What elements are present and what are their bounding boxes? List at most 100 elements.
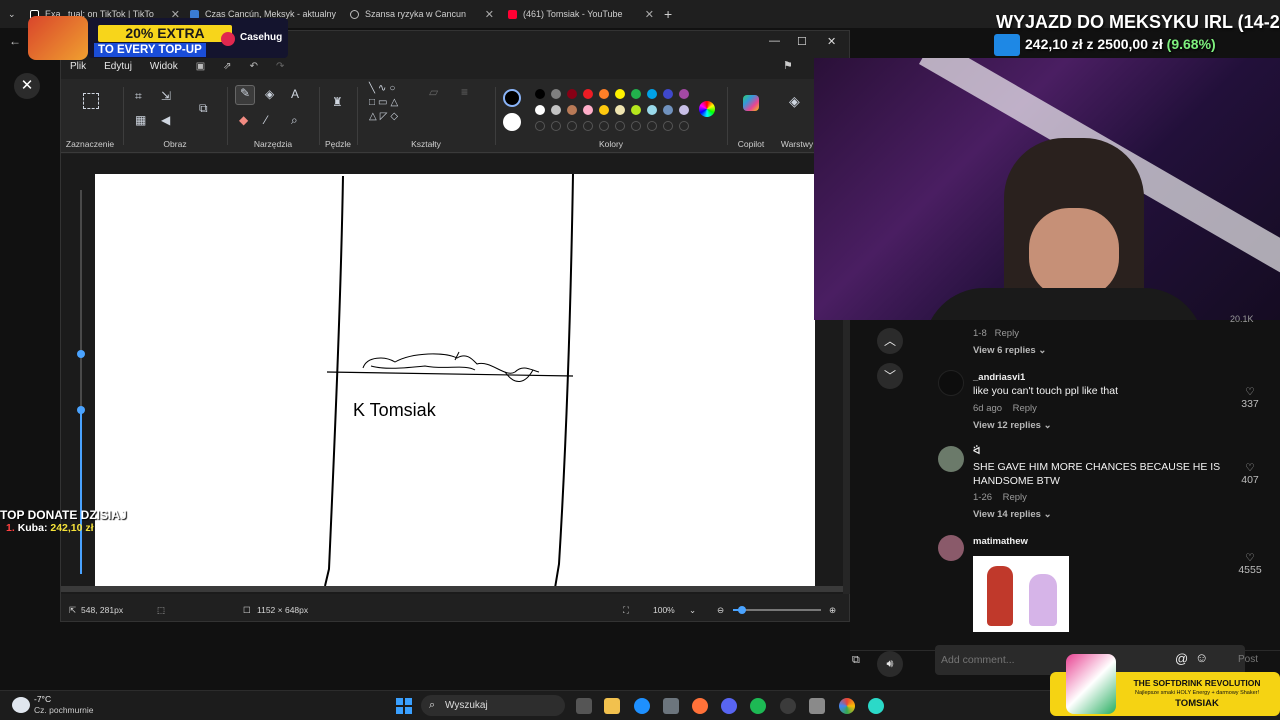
zoom-out-icon[interactable]: ⊖ [717,605,724,616]
zoom-in-icon[interactable]: ⊕ [829,605,836,616]
shapes-row-2-icon[interactable]: □▭△ [369,97,401,108]
color-swatch[interactable] [663,105,673,115]
tab-list-button[interactable]: ⌄ [8,4,24,24]
tab-youtube[interactable]: (461) Tomsiak - YouTube ✕ [508,4,654,24]
file-explorer-icon[interactable] [604,698,620,714]
close-icon[interactable]: ✕ [485,8,494,21]
shapes-row-3-icon[interactable]: △◸◇ [369,111,401,122]
reply-link[interactable]: Reply [1003,492,1027,503]
undo-icon[interactable]: ↶ [250,61,258,72]
zoom-level[interactable]: 100% [653,605,675,615]
custom-color-slot[interactable] [679,121,689,131]
comment-like[interactable]: ♡ 4555 [1232,552,1268,576]
color-picker-icon[interactable]: ⁄ [265,113,267,127]
obs-icon[interactable] [780,698,796,714]
drawing-canvas[interactable]: K Tomsiak [95,173,815,589]
color-swatch[interactable] [599,105,609,115]
background-remove-icon[interactable]: ▦ [135,113,146,127]
outline-icon[interactable]: ▱ [429,85,438,99]
view-replies-link[interactable]: View 14 replies ⌄ [973,509,1052,520]
layers-icon[interactable]: ◈ [789,93,800,110]
custom-color-slot[interactable] [599,121,609,131]
reply-link[interactable]: Reply [995,328,1019,339]
resize-icon[interactable]: ⇲ [161,89,171,103]
custom-color-slot[interactable] [663,121,673,131]
selection-icon[interactable] [83,93,99,109]
maximize-icon[interactable]: ☐ [797,35,807,48]
avatar[interactable] [938,370,964,396]
color-swatch[interactable] [583,105,593,115]
add-comment-input[interactable] [941,651,1161,669]
custom-color-slot[interactable] [583,121,593,131]
fit-to-window-icon[interactable]: ⛶ [623,605,629,616]
emoji-icon[interactable]: ☺ [1195,650,1208,665]
close-icon[interactable]: ✕ [645,8,654,21]
comment-author[interactable]: ᐛ [973,446,980,457]
text-tool-icon[interactable]: A [291,87,299,101]
color-swatch[interactable] [647,105,657,115]
task-view-icon[interactable] [576,698,592,714]
comment-like[interactable]: ♡ 407 [1232,462,1268,486]
pencil-icon[interactable]: ✎ [235,85,255,105]
close-window-icon[interactable]: ✕ [827,35,836,48]
rotate-icon[interactable]: ◀ [161,113,170,127]
brush-icon[interactable]: ♜ [332,95,343,109]
color-swatch[interactable] [535,89,545,99]
custom-color-slot[interactable] [567,121,577,131]
redo-icon[interactable]: ↷ [276,61,284,72]
edge-icon[interactable] [634,698,650,714]
taskbar-search[interactable]: ⌕ Wyszukaj [421,695,565,716]
settings-gear-icon[interactable] [809,698,825,714]
custom-color-slot[interactable] [615,121,625,131]
zoom-slider[interactable] [733,606,821,614]
color-swatch[interactable] [631,105,641,115]
color-swatch[interactable] [551,105,561,115]
color-swatch[interactable] [583,89,593,99]
start-windows-icon[interactable] [396,698,412,714]
secondary-color-swatch[interactable] [503,113,521,131]
weather-temperature[interactable]: -7°C [34,694,51,704]
image-creator-icon[interactable]: ⧉ [199,101,208,116]
chrome-icon[interactable] [839,698,855,714]
comment-author[interactable]: matimathew [973,536,1028,547]
magnifier-icon[interactable]: ⌕ [291,113,298,128]
color-swatch[interactable] [535,105,545,115]
previous-video-button[interactable]: ︿ [877,328,903,354]
comment-author[interactable]: _andriasvi1 [973,372,1025,383]
new-tab-button[interactable]: + [664,4,678,24]
view-replies-link[interactable]: View 6 replies ⌄ [973,345,1046,356]
back-arrow-icon[interactable]: ← [9,34,21,48]
horizontal-scrollbar[interactable] [61,586,843,592]
firefox-icon[interactable] [692,698,708,714]
avatar[interactable] [938,446,964,472]
color-swatch[interactable] [631,89,641,99]
shapes-row-1-icon[interactable]: ╲∿○ [369,83,398,94]
comment-gif-image[interactable] [973,556,1069,632]
eraser-icon[interactable]: ◆ [239,113,248,127]
custom-color-slot[interactable] [551,121,561,131]
menu-view[interactable]: Widok [150,61,178,72]
fill-icon[interactable]: ◈ [265,87,274,101]
tab-cancun-risk[interactable]: Szansa ryzyka w Cancun ✕ [350,4,494,24]
weather-description[interactable]: Cz. pochmurnie [34,705,94,715]
color-swatch[interactable] [679,89,689,99]
share-icon[interactable]: ⇗ [223,61,231,72]
crop-icon[interactable]: ⌗ [135,89,142,104]
color-swatch[interactable] [615,89,625,99]
color-swatch[interactable] [567,105,577,115]
color-swatch[interactable] [599,89,609,99]
primary-color-swatch[interactable] [503,89,521,107]
chevron-down-icon[interactable]: ⌄ [689,605,696,616]
color-swatch[interactable] [567,89,577,99]
spotify-icon[interactable] [750,698,766,714]
color-swatch[interactable] [647,89,657,99]
picture-in-picture-icon[interactable]: ⧉ [852,654,868,670]
custom-color-slot[interactable] [647,121,657,131]
minimize-icon[interactable]: — [769,35,780,47]
color-swatch[interactable] [551,89,561,99]
color-swatch[interactable] [663,89,673,99]
color-swatch[interactable] [615,105,625,115]
menu-file[interactable]: Plik [70,61,86,72]
edit-colors-icon[interactable] [699,101,715,117]
app-icon[interactable] [868,698,884,714]
